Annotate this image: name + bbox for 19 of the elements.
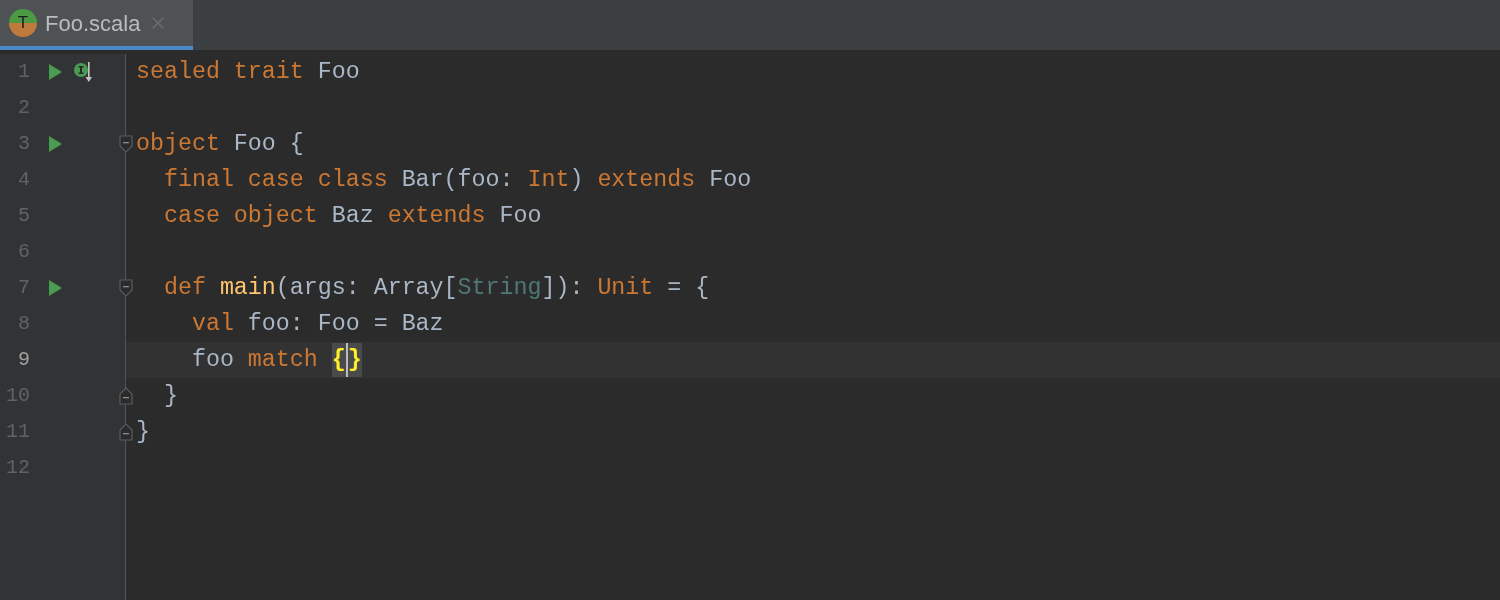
fold-marker-icon[interactable] — [119, 423, 133, 441]
implemented-marker-icon[interactable] — [73, 61, 95, 83]
code-line: val foo: Foo = Baz — [190, 309, 444, 339]
run-icon[interactable] — [48, 280, 62, 296]
code-line: } — [162, 381, 178, 411]
code-line: def main(args: Array[String]): Unit = { — [162, 273, 710, 303]
code-line: foo match {} — [136, 342, 362, 378]
code-line: final case class Bar(foo: Int) extends Foo — [162, 165, 752, 195]
line-number: 9 — [17, 347, 30, 373]
run-icon[interactable] — [48, 64, 62, 80]
fold-marker-icon[interactable] — [119, 279, 133, 297]
run-icon[interactable] — [48, 136, 62, 152]
code-line: case object Baz extends Foo — [162, 201, 542, 231]
code-line: object Foo { — [136, 129, 304, 159]
code-line: sealed trait Foo — [136, 57, 360, 87]
tab-label: Foo.scala — [45, 9, 141, 38]
fold-marker-icon[interactable] — [119, 387, 133, 405]
code-line: } — [136, 417, 150, 447]
fold-marker-icon[interactable] — [119, 135, 133, 153]
